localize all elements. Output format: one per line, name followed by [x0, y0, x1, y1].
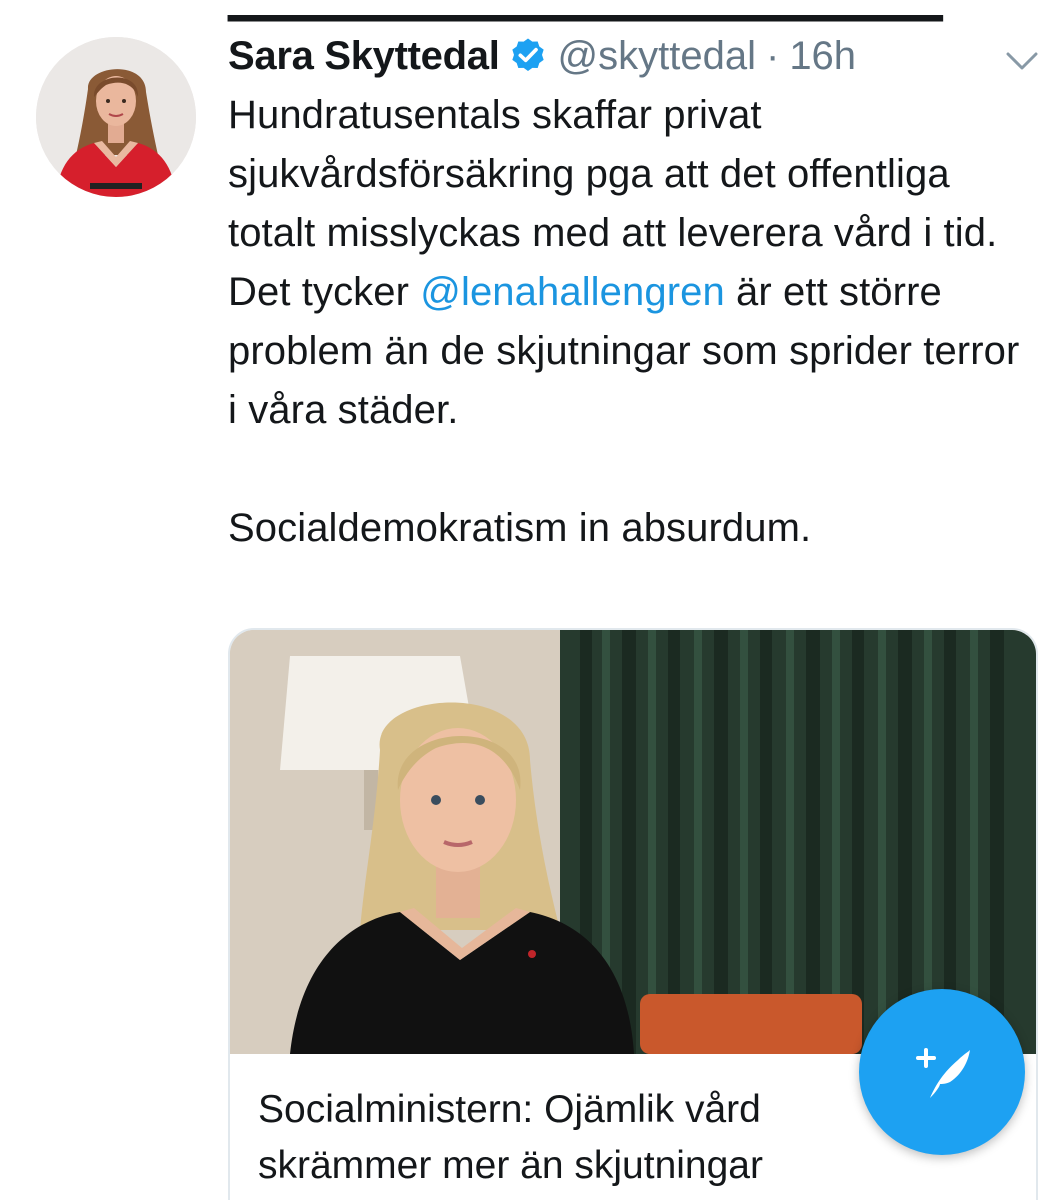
compose-tweet-button[interactable] [859, 989, 1025, 1155]
tweet-text: Hundratusentals skaffar privat sjukvårds… [228, 86, 1038, 558]
card-title: Socialministern: Ojämlik vård skrämmer m… [258, 1088, 772, 1187]
previous-tweet-cut-text: ▁▁▁▁▁▁▁▁▁▁▁▁▁▁▁▁▁▁▁▁▁▁ [228, 0, 943, 21]
avatar[interactable] [36, 37, 196, 197]
separator-dot: · [765, 34, 780, 78]
card-image [230, 630, 1036, 1054]
verified-badge-icon [508, 36, 548, 76]
mention-link[interactable]: @lenahallengren [420, 270, 725, 314]
tweet-header: Sara Skyttedal @skyttedal · 16h [228, 28, 856, 84]
display-name[interactable]: Sara Skyttedal [228, 28, 500, 84]
avatar-image [36, 37, 196, 197]
compose-tweet-icon [916, 1048, 970, 1098]
handle[interactable]: @skyttedal [558, 28, 756, 84]
timestamp[interactable]: 16h [789, 28, 856, 84]
chevron-down-icon[interactable] [1002, 46, 1042, 74]
